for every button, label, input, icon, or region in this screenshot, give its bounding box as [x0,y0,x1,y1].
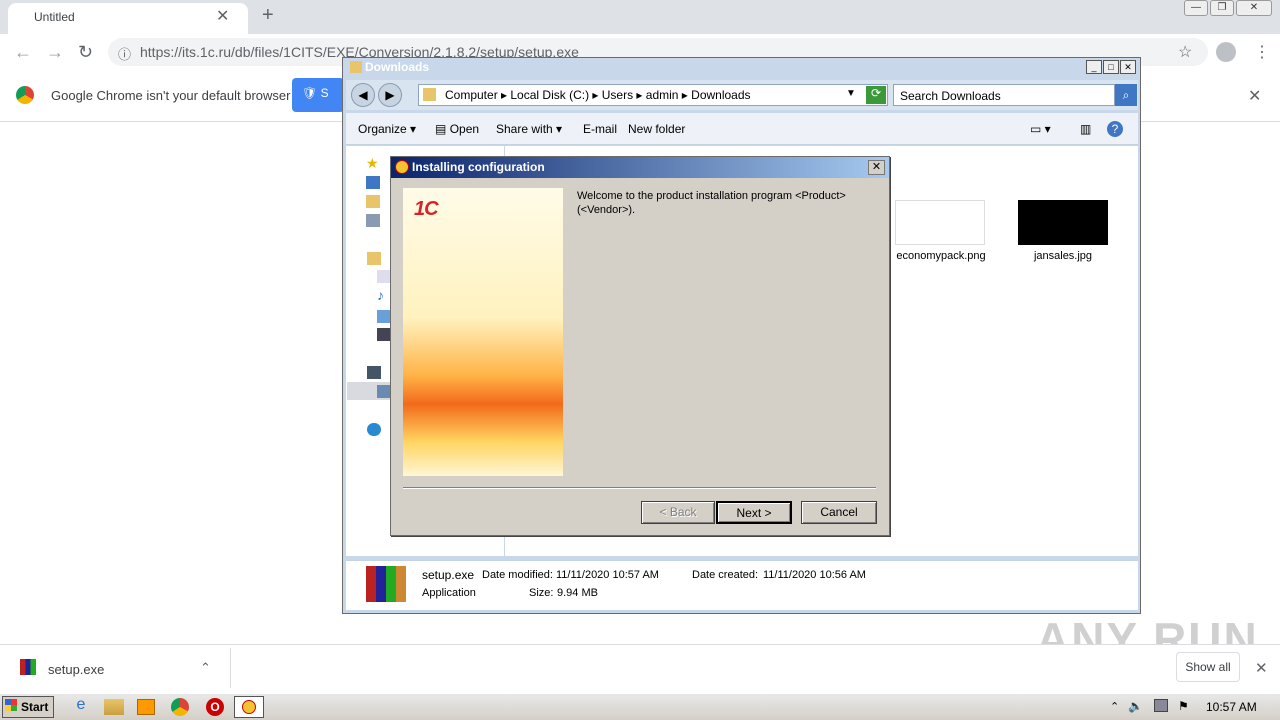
welcome-text: Welcome to the product installation prog… [577,190,846,216]
infobar-message: Google Chrome isn't your default browser [51,88,291,103]
explorer-maximize-icon[interactable]: □ [1103,60,1119,74]
help-icon[interactable]: ? [1107,121,1123,137]
download-bar [0,644,1280,692]
downloads-nav-icon[interactable] [366,195,380,208]
recent-places-icon[interactable] [366,214,380,227]
explorer-title: Downloads [365,60,430,74]
download-item-name[interactable]: setup.exe [48,662,104,677]
bookmark-star-icon[interactable]: ☆ [1178,42,1192,62]
preview-pane-icon[interactable]: ▥ [1080,122,1091,136]
libraries-icon[interactable] [367,252,381,265]
date-modified-value: 11/11/2020 10:57 AM [556,569,659,581]
1c-taskbar-icon [242,700,256,714]
action-center-flag-icon[interactable]: ⚑ [1178,699,1189,713]
info-icon[interactable]: ⓘ [118,44,131,63]
chrome-taskbar-icon[interactable] [171,698,189,716]
taskbar [0,693,1280,720]
breadcrumb-path: Computer ▸ Local Disk (C:) ▸ Users ▸ adm… [445,88,751,102]
minimize-icon[interactable]: — [1184,0,1208,16]
forward-icon[interactable]: → [46,42,64,63]
opera-icon[interactable]: O [206,698,224,716]
explorer-taskbar-icon[interactable] [104,699,124,715]
network-tray-icon[interactable] [1154,699,1168,712]
local-disk-icon[interactable] [377,385,391,398]
windows-logo-icon [5,699,17,711]
reload-icon[interactable]: ↻ [78,42,93,63]
taskbar-clock[interactable]: 10:57 AM [1206,700,1257,714]
file-size-value: 9.94 MB [557,587,598,599]
profile-avatar[interactable] [1216,42,1236,62]
menu-icon[interactable]: ⋮ [1254,42,1270,62]
media-player-icon[interactable] [137,699,155,715]
1c-app-icon [395,160,409,174]
favorites-star-icon[interactable]: ★ [366,155,379,172]
file-thumbnail[interactable] [1018,200,1108,245]
download-chevron-up-icon[interactable]: ⌃ [200,660,211,676]
file-thumbnail[interactable] [895,200,985,245]
explorer-close-icon[interactable]: ✕ [1120,60,1136,74]
network-icon[interactable] [367,423,381,436]
share-with-menu[interactable]: Share with ▾ [496,122,562,136]
infobar-close-icon[interactable]: ✕ [1248,86,1261,106]
show-all-button[interactable]: Show all [1176,652,1240,682]
download-bar-close-icon[interactable]: ✕ [1255,659,1268,677]
explorer-forward-icon[interactable]: ▶ [378,83,402,107]
folder-icon [350,61,362,73]
back-icon[interactable]: ← [14,42,32,63]
file-name[interactable]: jansales.jpg [1013,250,1113,262]
date-created-label: Date created: [692,569,759,581]
tray-expand-icon[interactable]: ⌃ [1110,700,1119,713]
next-button[interactable]: Next > [716,501,792,524]
view-options-icon[interactable]: ▭ ▾ [1030,122,1051,136]
chrome-logo-icon [16,86,34,104]
1c-logo: 1C [414,198,439,220]
date-modified-label: Date modified: [482,569,553,581]
videos-icon[interactable] [377,328,391,341]
breadcrumb-dropdown-icon[interactable]: ▼ [846,88,856,99]
restore-icon[interactable]: ❐ [1210,0,1234,16]
dialog-close-icon[interactable]: ✕ [868,160,885,175]
organize-menu[interactable]: Organize ▾ [358,122,416,136]
explorer-search-input[interactable]: Search Downloads [893,84,1115,106]
date-created-value: 11/11/2020 10:56 AM [763,569,866,581]
dialog-separator [403,487,876,489]
ie-icon[interactable]: e [68,696,94,718]
documents-icon[interactable] [377,270,391,283]
music-icon[interactable]: ♪ [377,287,384,303]
explorer-back-icon[interactable]: ◀ [351,83,375,107]
email-button[interactable]: E-mail [583,122,617,136]
open-button[interactable]: ▤ Open [435,122,479,136]
computer-icon[interactable] [367,366,381,379]
pictures-icon[interactable] [377,310,391,323]
dialog-title: Installing configuration [412,160,545,174]
new-folder-button[interactable]: New folder [628,122,685,136]
close-window-icon[interactable]: ✕ [1236,0,1272,16]
download-divider [230,648,231,688]
setup-exe-icon [366,566,406,602]
volume-icon[interactable]: 🔈 [1128,699,1143,713]
back-button[interactable]: < Back [641,501,715,524]
tab-close-icon[interactable]: ✕ [216,6,229,26]
set-default-button[interactable]: 🛡 S [292,78,344,112]
computer-folder-icon [423,88,436,101]
selected-filename: setup.exe [422,568,475,582]
tab-title: Untitled [34,10,75,24]
download-file-icon [20,659,36,675]
file-type: Application [422,587,476,599]
file-name[interactable]: economypack.png [891,250,991,262]
cancel-button[interactable]: Cancel [801,501,877,524]
search-icon[interactable]: ⌕ [1115,84,1137,106]
open-icon: ▤ [435,122,447,136]
new-tab-icon[interactable]: + [262,4,274,27]
refresh-icon[interactable]: ⟳ [866,86,886,104]
file-size-label: Size: [529,587,554,599]
installer-banner-image [403,188,563,476]
desktop-icon[interactable] [366,176,380,189]
shield-icon: 🛡 [302,86,318,100]
explorer-minimize-icon[interactable]: _ [1086,60,1102,74]
